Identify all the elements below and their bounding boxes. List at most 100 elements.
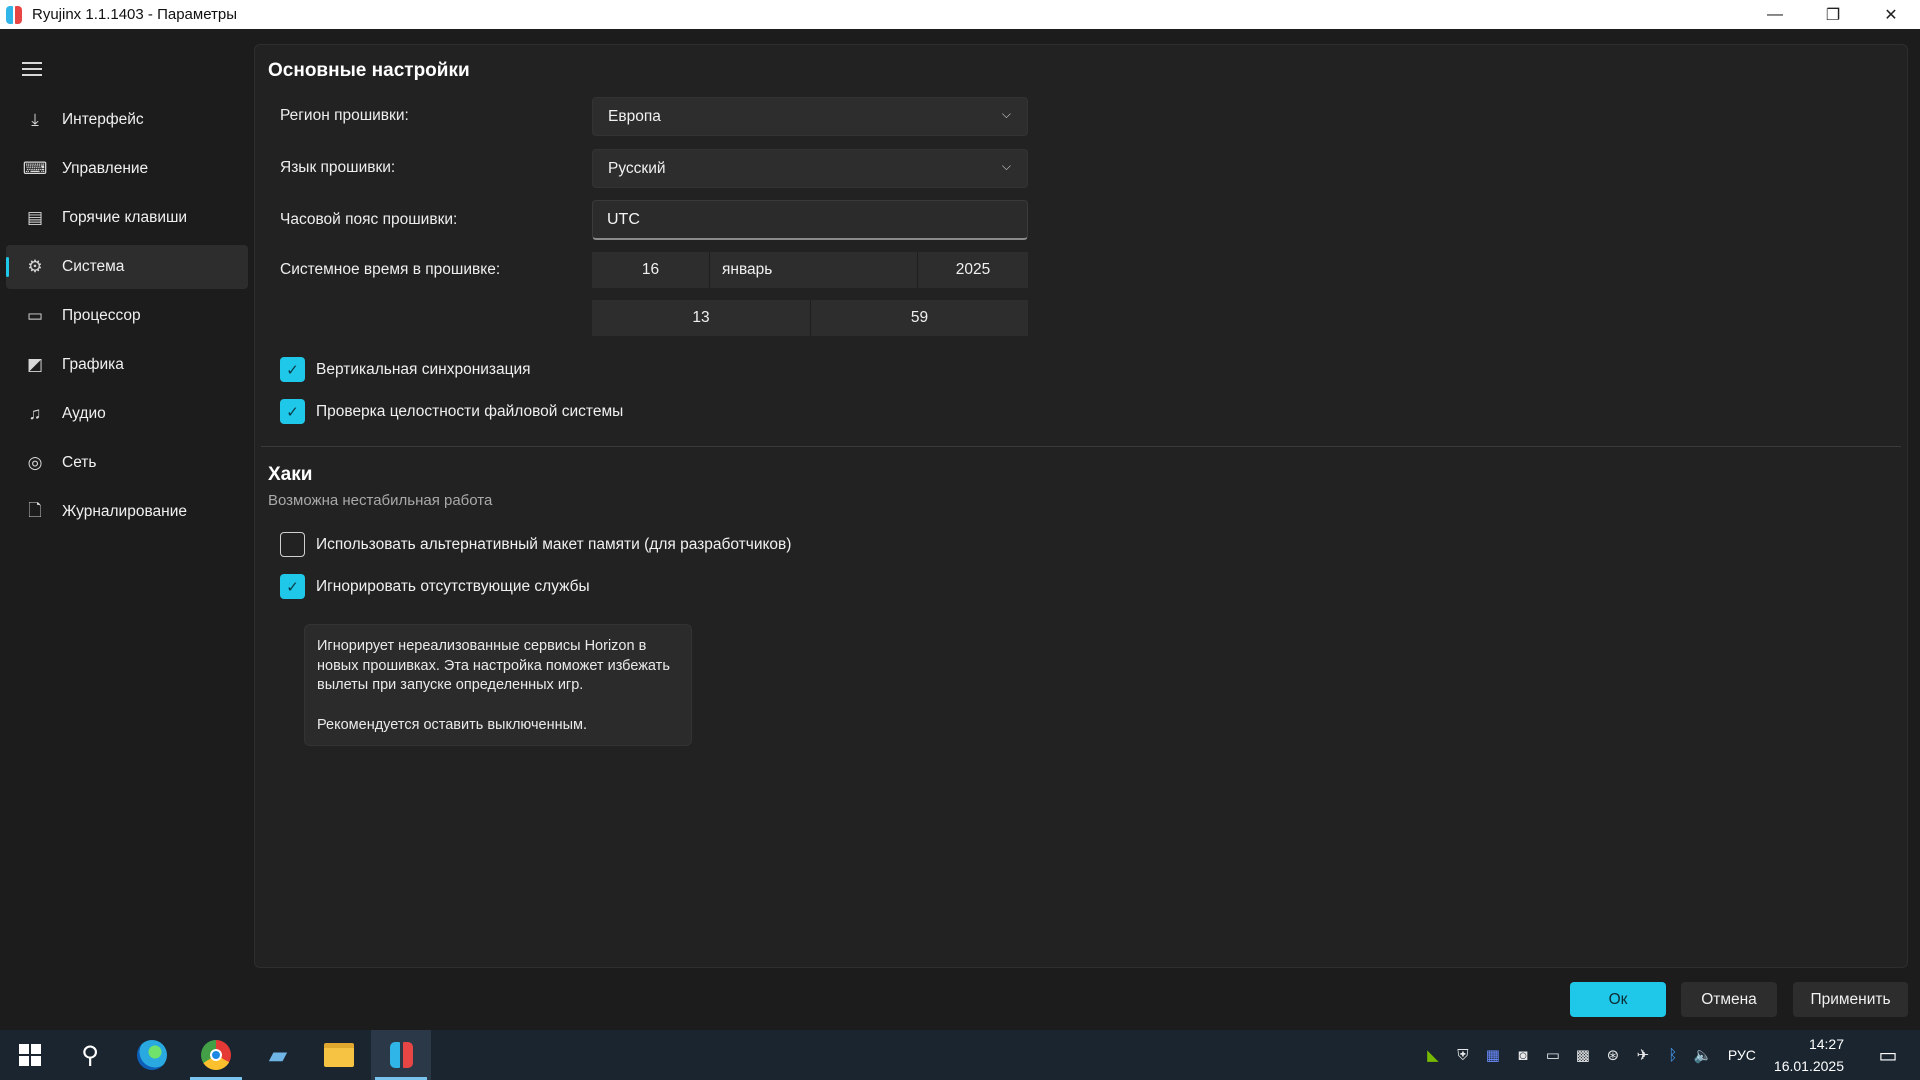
- sidebar-item-label: Журналирование: [62, 503, 187, 520]
- hacks-subtitle: Возможна нестабильная работа: [268, 492, 493, 509]
- start-button[interactable]: [0, 1030, 60, 1080]
- checkmark-icon: ✓: [286, 578, 299, 596]
- music-icon: ♫: [28, 404, 42, 423]
- ignore-missing-services-label: Игнорировать отсутствующие службы: [316, 577, 590, 595]
- app-tray-icon[interactable]: ◙: [1508, 1047, 1538, 1064]
- taskbar-edge[interactable]: [122, 1030, 182, 1080]
- keyboard-language[interactable]: РУС: [1728, 1047, 1756, 1063]
- close-button[interactable]: ✕: [1862, 0, 1920, 29]
- keyboard-icon: ▤: [26, 208, 44, 227]
- chevron-down-icon: ⌵: [1001, 107, 1011, 121]
- system-tray: ◣ ⛨ ▦ ◙ ▭ ▩ ⊛ ✈ ᛒ 🔈 РУС 14:27 16.01.2025…: [1418, 1030, 1920, 1080]
- vsync-checkbox[interactable]: ✓: [280, 357, 305, 382]
- sidebar-item-label: Процессор: [62, 307, 141, 324]
- date-year-picker[interactable]: 2025: [918, 252, 1028, 288]
- region-select-value: Европа: [608, 107, 661, 125]
- clock-time: 14:27: [1808, 1036, 1844, 1052]
- edge-icon: [137, 1040, 167, 1070]
- sidebar-item-audio[interactable]: ♫ Аудио: [6, 392, 248, 436]
- alt-memory-checkbox[interactable]: [280, 532, 305, 557]
- section-title-core: Основные настройки: [268, 60, 470, 81]
- sidebar-item-label: Управление: [62, 160, 149, 177]
- date-month-picker[interactable]: январь: [710, 252, 917, 288]
- sidebar-item-label: Горячие клавиши: [62, 209, 188, 226]
- sidebar-item-network[interactable]: ◎ Сеть: [6, 441, 248, 485]
- fs-integrity-label: Проверка целостности файловой системы: [316, 402, 624, 420]
- clock-date: 16.01.2025: [1773, 1058, 1844, 1074]
- minimize-button[interactable]: —: [1746, 0, 1804, 29]
- alt-memory-label: Использовать альтернативный макет памяти…: [316, 535, 792, 553]
- language-select[interactable]: Русский ⌵: [592, 149, 1028, 188]
- time-minute-picker[interactable]: 59: [811, 300, 1028, 336]
- display-icon[interactable]: ▭: [1538, 1046, 1568, 1064]
- time-hour-picker[interactable]: 13: [592, 300, 810, 336]
- sidebar-item-cpu[interactable]: ▭ Процессор: [6, 294, 248, 338]
- hamburger-menu-icon[interactable]: [22, 62, 42, 76]
- tooltip-recommendation: Рекомендуется оставить выключенным.: [317, 716, 588, 733]
- ryujinx-logo-icon: [6, 5, 24, 24]
- ignore-missing-services-checkbox-row[interactable]: ✓ Игнорировать отсутствующие службы: [280, 574, 590, 599]
- checkmark-icon: ✓: [286, 361, 299, 379]
- airplane-icon[interactable]: ✈: [1628, 1046, 1658, 1064]
- sidebar-item-logging[interactable]: 🗋 Журналирование: [6, 490, 248, 534]
- cancel-button[interactable]: Отмена: [1681, 982, 1777, 1017]
- cpu-icon: ▭: [26, 306, 44, 325]
- maximize-button[interactable]: ❐: [1804, 0, 1862, 29]
- interface-icon: ⤓: [31, 110, 39, 129]
- timezone-label: Часовой пояс прошивки:: [280, 211, 458, 228]
- system-time-label: Системное время в прошивке:: [280, 261, 501, 278]
- alt-memory-checkbox-row[interactable]: Использовать альтернативный макет памяти…: [280, 532, 791, 557]
- ok-button[interactable]: Ок: [1570, 982, 1666, 1017]
- language-select-value: Русский: [608, 159, 666, 177]
- section-divider: [261, 446, 1901, 447]
- sidebar-item-label: Аудио: [62, 405, 106, 422]
- fs-integrity-checkbox-row[interactable]: ✓ Проверка целостности файловой системы: [280, 399, 623, 424]
- gear-icon: ⚙: [27, 257, 43, 276]
- bluetooth-icon[interactable]: ᛒ: [1658, 1047, 1688, 1064]
- vsync-checkbox-row[interactable]: ✓ Вертикальная синхронизация: [280, 357, 531, 382]
- nvidia-icon[interactable]: ◣: [1418, 1046, 1448, 1064]
- date-day-picker[interactable]: 16: [592, 252, 709, 288]
- taskbar-ryujinx[interactable]: [371, 1030, 431, 1080]
- folder-icon: [324, 1043, 354, 1067]
- fs-integrity-checkbox[interactable]: ✓: [280, 399, 305, 424]
- checkmark-icon: ✓: [286, 403, 299, 421]
- shield-icon[interactable]: ⛨: [1448, 1047, 1478, 1064]
- taskbar-explorer[interactable]: [309, 1030, 369, 1080]
- search-button[interactable]: ⚲: [60, 1030, 120, 1080]
- sidebar-item-hotkeys[interactable]: ▤ Горячие клавиши: [6, 196, 248, 240]
- title-bar: Ryujinx 1.1.1403 - Параметры — ❐ ✕: [0, 0, 1920, 29]
- vsync-label: Вертикальная синхронизация: [316, 360, 531, 378]
- sidebar-item-system[interactable]: ⚙ Система: [6, 245, 248, 289]
- chevron-down-icon: ⌵: [1001, 159, 1011, 173]
- document-icon: 🗋: [28, 500, 42, 520]
- timezone-input[interactable]: UTC: [592, 200, 1028, 240]
- settings-sidebar: ⤓ Интерфейс ⌨ Управление ▤ Горячие клави…: [0, 29, 254, 1029]
- ignore-missing-services-checkbox[interactable]: ✓: [280, 574, 305, 599]
- sidebar-item-interface[interactable]: ⤓ Интерфейс: [6, 98, 248, 142]
- desktop-app-icon: ▰: [268, 1041, 288, 1069]
- search-icon: ⚲: [81, 1041, 99, 1069]
- windows-logo-icon: [19, 1044, 41, 1066]
- steam-icon[interactable]: ⊛: [1598, 1046, 1628, 1064]
- taskbar: ⚲ ▰ ◣ ⛨ ▦ ◙ ▭ ▩ ⊛ ✈ ᛒ 🔈 РУС 14:27 16.01.…: [0, 1030, 1920, 1080]
- epic-games-icon[interactable]: ▩: [1568, 1046, 1598, 1064]
- taskbar-chrome[interactable]: [186, 1030, 246, 1080]
- timezone-input-value: UTC: [607, 210, 640, 228]
- sidebar-item-label: Сеть: [62, 454, 97, 471]
- volume-icon[interactable]: 🔈: [1688, 1046, 1718, 1064]
- sidebar-item-input[interactable]: ⌨ Управление: [6, 147, 248, 191]
- window-title: Ryujinx 1.1.1403 - Параметры: [32, 6, 238, 23]
- tooltip: Игнорирует нереализованные сервисы Horiz…: [304, 624, 692, 746]
- ryujinx-icon: [389, 1042, 413, 1068]
- sidebar-item-graphics[interactable]: ◩ Графика: [6, 343, 248, 387]
- clock[interactable]: 14:27 16.01.2025: [1774, 1033, 1844, 1077]
- notification-icon[interactable]: ▭: [1868, 1030, 1908, 1080]
- monitor-icon[interactable]: ▦: [1478, 1046, 1508, 1064]
- region-label: Регион прошивки:: [280, 107, 409, 124]
- apply-button[interactable]: Применить: [1793, 982, 1908, 1017]
- taskbar-app[interactable]: ▰: [248, 1030, 308, 1080]
- gamepad-icon: ⌨: [22, 159, 48, 178]
- region-select[interactable]: Европа ⌵: [592, 97, 1028, 136]
- tooltip-description: Игнорирует нереализованные сервисы Horiz…: [317, 638, 670, 693]
